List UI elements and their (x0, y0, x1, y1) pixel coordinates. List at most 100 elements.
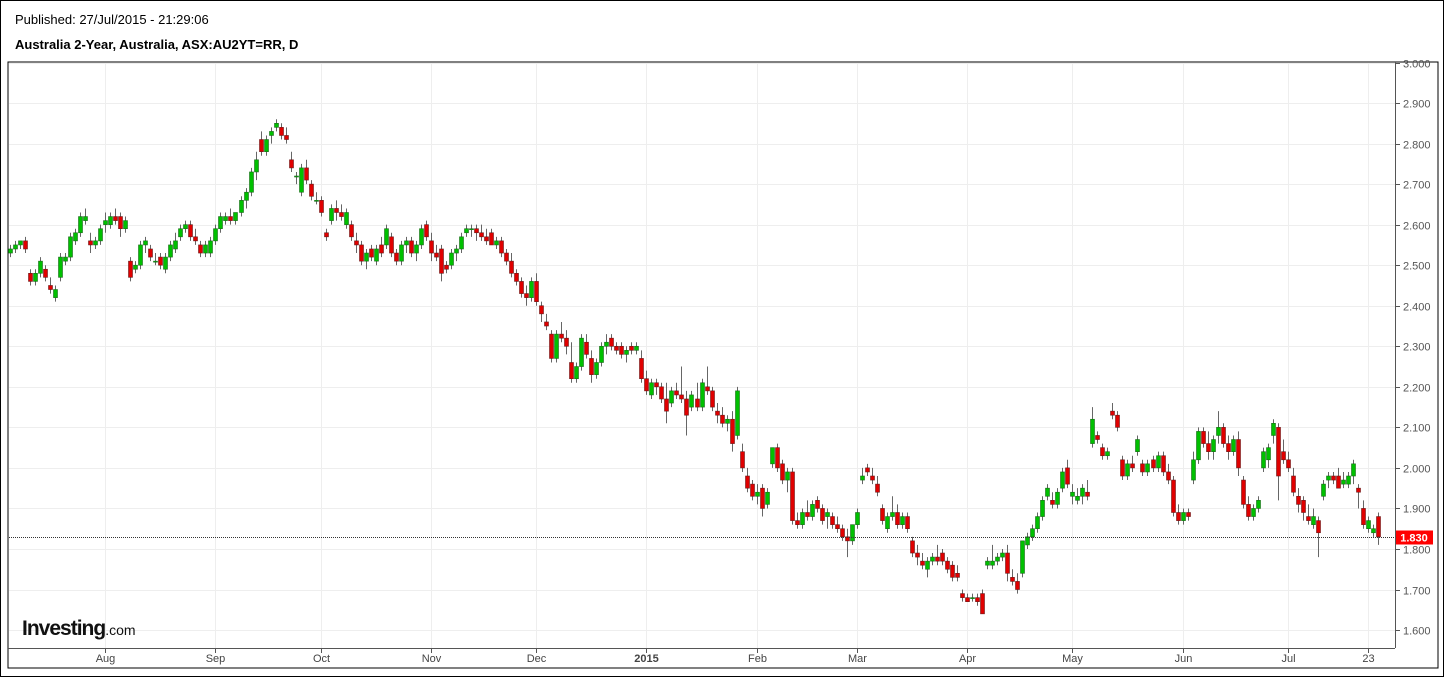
candle-body (399, 244, 404, 262)
candle-body (239, 200, 244, 213)
candle-down (1151, 455, 1156, 472)
candle-up (233, 212, 238, 225)
candle-up (1181, 508, 1186, 525)
candle-body (504, 252, 509, 262)
candle-down (1291, 467, 1296, 497)
candle-body (1231, 439, 1236, 452)
candle-down (1236, 431, 1241, 477)
candle-body (349, 224, 354, 238)
candle-up (604, 334, 609, 355)
candle-up (364, 248, 369, 270)
candle-down (945, 557, 950, 574)
candle-body (975, 597, 980, 602)
candle-body (294, 175, 299, 178)
candle-body (198, 244, 203, 254)
candle-down (835, 516, 840, 533)
candle-body (710, 390, 715, 408)
candle-up (183, 220, 188, 233)
candle-body (274, 123, 279, 128)
candle-down (1201, 427, 1206, 448)
candle-body (544, 321, 549, 327)
candle-body (960, 593, 965, 598)
candle-body (168, 244, 173, 258)
candle-body (684, 398, 689, 416)
y-axis-ticks: 3.000 2.900 2.800 2.700 2.600 2.500 2.400 2.300… (1395, 59, 1431, 638)
candle-up (53, 285, 58, 302)
candle-down (504, 248, 509, 266)
candle-down (539, 301, 544, 322)
candle-body (1236, 439, 1241, 469)
candle-down (684, 390, 689, 436)
candle-down (193, 228, 198, 245)
candle-down (1226, 435, 1231, 460)
logo-main: Investing (22, 617, 106, 640)
candlestick-chart[interactable]: 3.000 2.900 2.800 2.700 2.600 2.500 2.400 2.300… (0, 0, 1444, 677)
candle-body (339, 212, 344, 217)
candle-up (1030, 524, 1035, 541)
candle-body (945, 560, 950, 570)
candle-up (930, 553, 935, 566)
candle-body (1351, 463, 1356, 477)
candle-up (855, 508, 860, 529)
candle-down (629, 342, 634, 355)
candle-up (8, 244, 13, 258)
candle-body (88, 240, 93, 246)
candle-down (584, 334, 589, 359)
candle-body (529, 281, 534, 298)
candle-up (649, 378, 654, 399)
x-tick-label: Nov (422, 653, 442, 665)
candle-body (1100, 447, 1105, 457)
candle-body (38, 260, 43, 274)
candle-body (1120, 459, 1125, 477)
candle-body (419, 228, 424, 246)
candle-body (63, 256, 68, 262)
candle-body (113, 216, 118, 221)
candle-up (735, 386, 740, 440)
candle-body (614, 345, 619, 351)
candle-body (228, 216, 233, 221)
candle-up (58, 253, 63, 282)
candle-up (689, 390, 694, 412)
candle-body (28, 273, 33, 282)
candle-up (123, 216, 128, 233)
candle-up (1326, 471, 1331, 489)
candle-down (1336, 467, 1341, 489)
candle-up (725, 415, 730, 432)
candle-up (454, 244, 459, 262)
candle-body (439, 248, 444, 274)
candle-body (609, 337, 614, 347)
candle-body (995, 556, 1000, 562)
candle-body (514, 273, 519, 282)
candle-body (1256, 500, 1261, 509)
candle-down (780, 459, 785, 485)
candle-down (654, 378, 659, 395)
candle-body (1145, 463, 1150, 473)
candle-body (1130, 463, 1135, 469)
candle-up (1266, 443, 1271, 468)
candle-up (1256, 496, 1261, 513)
candle-down (228, 208, 233, 225)
candle-body (13, 244, 18, 250)
candle-up (264, 135, 269, 156)
candle-body (775, 447, 780, 469)
x-tick-label: Aug (96, 653, 116, 665)
candle-body (1005, 552, 1010, 574)
candle-up (860, 467, 865, 485)
candle-body (108, 216, 113, 225)
candle-body (1296, 495, 1301, 505)
candle-body (474, 228, 479, 234)
candle-body (1191, 459, 1196, 481)
candle-body (73, 232, 78, 242)
candle-body (1261, 451, 1266, 469)
candle-body (534, 281, 539, 302)
candle-body (875, 483, 880, 493)
candle-up (218, 212, 223, 233)
candle-up (1216, 411, 1221, 444)
y-tick-label: 2.300 (1403, 342, 1431, 354)
candle-body (394, 252, 399, 262)
candle-up (900, 512, 905, 529)
candle-down (1005, 544, 1010, 582)
candle-up (1211, 435, 1216, 460)
candle-body (469, 228, 474, 231)
candle-down (920, 553, 925, 570)
